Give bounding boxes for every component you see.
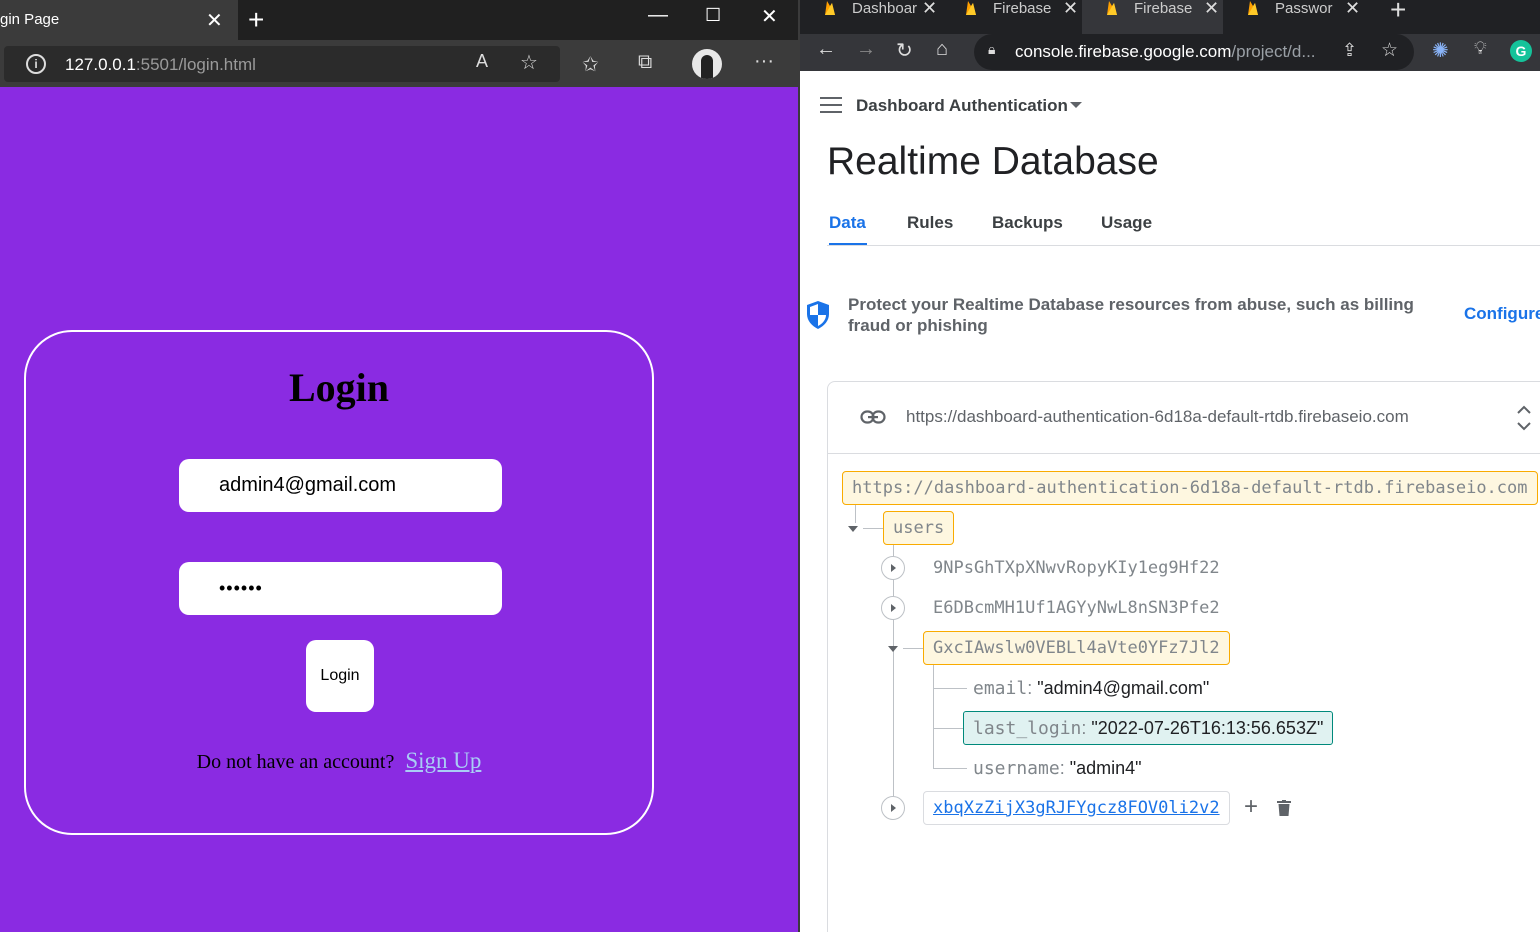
right-address-bar: ← → ↻ ⌂ 🔒︎ console.firebase.google.com/p…	[800, 34, 1540, 71]
new-tab-icon[interactable]: +	[1390, 0, 1406, 26]
tree-line	[933, 688, 967, 689]
signup-row: Do not have an account? Sign Up	[26, 748, 652, 774]
bookmark-star-icon[interactable]: ☆	[1381, 39, 1398, 62]
user-key-link[interactable]: xbqXzZijX3gRJFYgcz8FOV0li2v2	[923, 791, 1230, 825]
tree-line	[933, 768, 967, 769]
database-header: https://dashboard-authentication-6d18a-d…	[828, 382, 1540, 454]
share-icon[interactable]: ⇪	[1342, 40, 1357, 61]
tab-rules[interactable]: Rules	[907, 213, 953, 233]
login-card: Login admin4@gmail.com •••••• Login Do n…	[24, 330, 654, 835]
database-url[interactable]: https://dashboard-authentication-6d18a-d…	[906, 407, 1409, 427]
chevron-down-icon[interactable]	[1070, 102, 1082, 108]
tab-label: Firebase	[1134, 0, 1193, 17]
tree-line	[893, 545, 894, 810]
tree-line	[855, 505, 856, 523]
tab-login-page[interactable]: gin Page ✕	[0, 0, 238, 40]
configure-link[interactable]: Configure	[1464, 304, 1540, 324]
tab-firebase-2[interactable]: Firebase ✕	[1082, 0, 1223, 34]
tab-usage[interactable]: Usage	[1101, 213, 1152, 233]
info-icon[interactable]: i	[26, 54, 46, 74]
tab-label: Dashboar	[852, 0, 918, 17]
right-tab-bar: Dashboar ✕ Firebase ✕ Firebase ✕ Passwor…	[800, 0, 1540, 34]
add-favorite-icon[interactable]: ☆	[520, 50, 538, 75]
close-tab-icon[interactable]: ✕	[1345, 0, 1360, 19]
collapse-icon[interactable]	[848, 526, 858, 532]
tab-password[interactable]: Passwor ✕	[1223, 0, 1364, 34]
back-icon[interactable]: ←	[816, 38, 836, 61]
expand-node-icon[interactable]	[881, 796, 905, 820]
close-tab-icon[interactable]: ✕	[206, 8, 223, 33]
collapse-icon[interactable]	[888, 646, 898, 652]
project-selector[interactable]: Dashboard Authentication	[856, 96, 1068, 116]
user-key-expanded[interactable]: GxcIAwslw0VEBLl4aVte0YFz7Jl2	[923, 631, 1230, 665]
signup-link[interactable]: Sign Up	[405, 748, 481, 773]
collections-icon[interactable]: ⧉	[638, 51, 652, 74]
tab-label: Passwor	[1275, 0, 1333, 17]
tree-line	[933, 728, 963, 729]
users-node[interactable]: users	[883, 511, 955, 545]
tab-backups[interactable]: Backups	[992, 213, 1063, 233]
minimize-icon[interactable]: —	[648, 4, 668, 27]
lock-icon: 🔒︎	[988, 41, 996, 57]
lightbulb-icon[interactable]: 💡︎	[1474, 38, 1487, 59]
firebase-icon	[966, 1, 976, 15]
grammarly-icon[interactable]: G	[1510, 40, 1532, 62]
new-tab-icon[interactable]: +	[248, 4, 264, 36]
add-child-icon[interactable]: +	[1244, 793, 1258, 821]
url-box[interactable]: i 127.0.0.1:5501/login.html A ☆	[4, 46, 560, 82]
expand-node-icon[interactable]	[881, 556, 905, 580]
tab-label: Firebase	[993, 0, 1052, 17]
link-icon	[860, 410, 886, 424]
left-tab-bar: gin Page ✕ + — ☐ ✕	[0, 0, 800, 40]
expand-collapse-icon[interactable]	[1516, 404, 1532, 432]
firebase-icon	[825, 1, 835, 15]
menu-icon[interactable]	[820, 97, 842, 113]
url-box[interactable]: 🔒︎ console.firebase.google.com/project/d…	[974, 34, 1414, 70]
firebase-icon	[1248, 1, 1258, 15]
shield-icon	[807, 301, 829, 329]
user-key[interactable]: 9NPsGhTXpXNwvRopyKIy1eg9Hf22	[933, 558, 1220, 578]
maximize-icon[interactable]: ☐	[705, 5, 721, 26]
profile-avatar[interactable]	[692, 49, 722, 79]
close-window-icon[interactable]: ✕	[761, 4, 778, 29]
root-node[interactable]: https://dashboard-authentication-6d18a-d…	[842, 471, 1538, 505]
close-tab-icon[interactable]: ✕	[1204, 0, 1219, 19]
signup-prompt: Do not have an account?	[196, 751, 395, 773]
firebase-browser-window: Dashboar ✕ Firebase ✕ Firebase ✕ Passwor…	[800, 0, 1540, 932]
tree-line	[933, 665, 934, 769]
tab-firebase-1[interactable]: Firebase ✕	[941, 0, 1082, 34]
favorites-icon[interactable]: ✩	[582, 52, 599, 77]
login-button[interactable]: Login	[306, 640, 374, 712]
tab-title: gin Page	[0, 11, 60, 28]
login-browser-window: gin Page ✕ + — ☐ ✕ i 127.0.0.1:5501/logi…	[0, 0, 800, 932]
page-title: Realtime Database	[827, 140, 1159, 183]
security-banner: Protect your Realtime Database resources…	[848, 295, 1414, 335]
forward-icon[interactable]: →	[856, 38, 876, 61]
extension-icon[interactable]: ✺	[1432, 38, 1449, 63]
url-text[interactable]: console.firebase.google.com/project/d...	[1015, 42, 1316, 62]
more-icon[interactable]: ···	[754, 50, 774, 73]
tabs-divider	[827, 245, 1540, 246]
close-tab-icon[interactable]: ✕	[922, 0, 937, 19]
tab-data[interactable]: Data	[829, 213, 866, 233]
expand-node-icon[interactable]	[881, 596, 905, 620]
home-icon[interactable]: ⌂	[936, 38, 948, 61]
tab-dashboard[interactable]: Dashboar ✕	[800, 0, 941, 34]
url-text[interactable]: 127.0.0.1:5501/login.html	[65, 55, 256, 75]
email-input[interactable]: admin4@gmail.com	[179, 459, 502, 512]
reload-icon[interactable]: ↻	[896, 38, 913, 63]
left-address-bar: i 127.0.0.1:5501/login.html A ☆ ✩ ⧉ ···	[0, 40, 800, 87]
field-username[interactable]: username: "admin4"	[973, 758, 1142, 779]
tree-line	[903, 648, 923, 649]
close-tab-icon[interactable]: ✕	[1063, 0, 1078, 19]
firebase-icon	[1107, 1, 1117, 15]
user-key[interactable]: E6DBcmMH1Uf1AGYyNwL8nSN3Pfe2	[933, 598, 1220, 618]
tree-line	[863, 528, 883, 529]
read-aloud-icon[interactable]: A	[476, 51, 488, 72]
field-last-login[interactable]: last_login: "2022-07-26T16:13:56.653Z"	[963, 711, 1334, 745]
login-heading: Login	[288, 365, 390, 410]
field-email[interactable]: email: "admin4@gmail.com"	[973, 678, 1209, 699]
password-input[interactable]: ••••••	[179, 562, 502, 615]
delete-icon[interactable]	[1277, 800, 1291, 816]
